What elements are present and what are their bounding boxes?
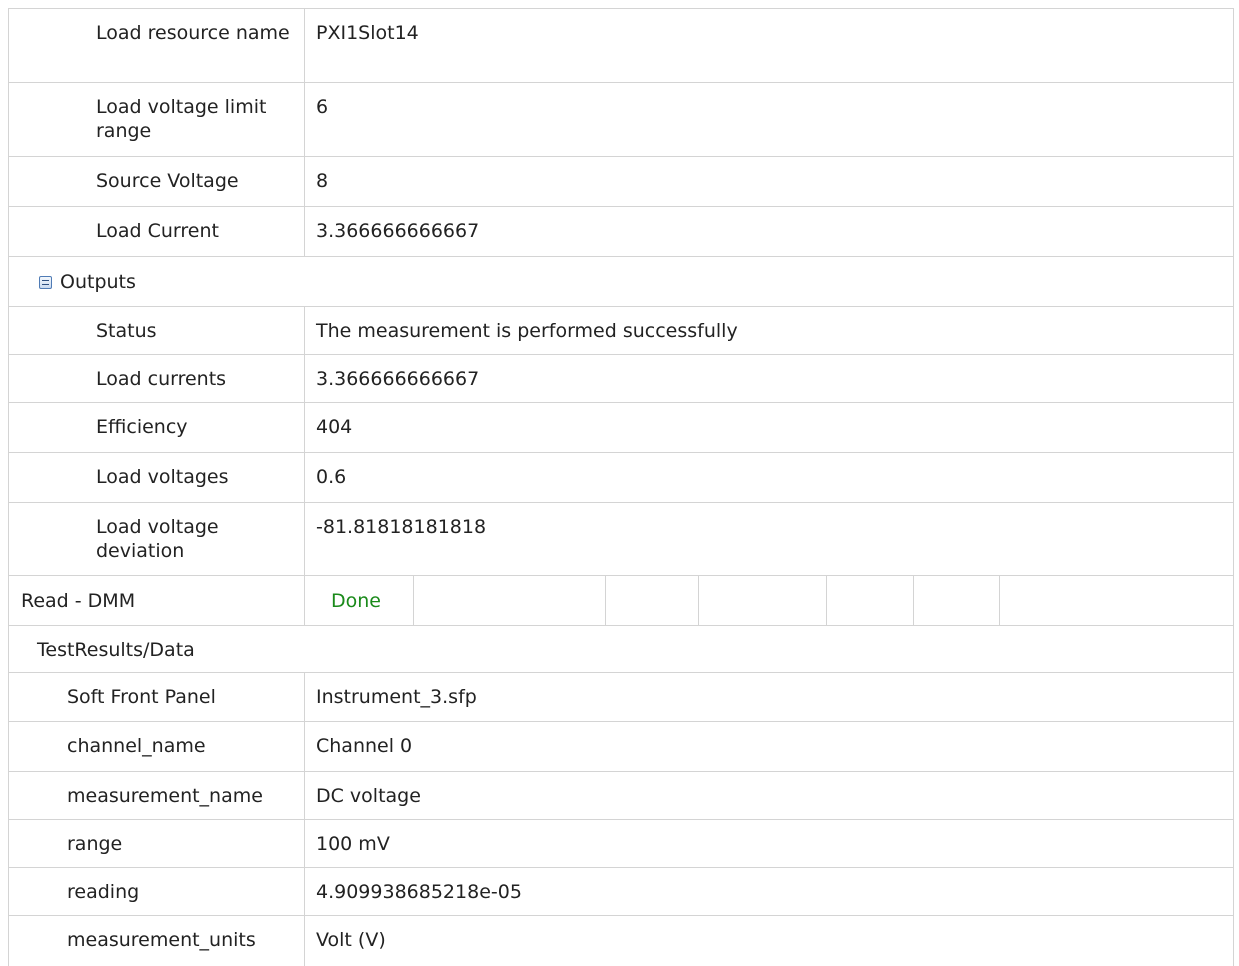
row-value-cell: PXI1Slot14 [305,9,1233,82]
row-label: range [67,833,123,855]
row-value-cell: Volt (V) [305,916,1233,966]
row-value-cell: -81.81818181818 [305,503,1233,575]
row-label: Soft Front Panel [67,686,216,708]
table-row: Source Voltage 8 [9,157,1233,207]
step-name-cell: Read - DMM [9,576,305,625]
row-value-cell: 100 mV [305,820,1233,867]
row-label: Load Current [96,220,219,242]
row-value: 100 mV [316,833,390,855]
step-empty-cell [606,576,699,625]
table-row: Status The measurement is performed succ… [9,307,1233,355]
row-value: -81.81818181818 [316,516,487,538]
row-label-cell: Soft Front Panel [9,673,305,721]
row-value: 8 [316,170,329,192]
row-label: channel_name [67,735,206,757]
step-status: Done [331,590,381,612]
row-label-cell: reading [9,868,305,915]
row-label-cell: measurement_name [9,772,305,819]
table-row: Load currents 3.366666666667 [9,355,1233,403]
row-value-cell: 3.366666666667 [305,355,1233,402]
row-label-cell: Load Current [9,207,305,256]
row-label: Load voltage deviation [96,516,219,562]
row-label: Load voltages [96,466,229,488]
row-label: Load currents [96,368,227,390]
step-empty-cell [699,576,827,625]
row-label-cell: range [9,820,305,867]
row-label-cell: Status [9,307,305,354]
row-value: 0.6 [316,466,347,488]
row-label: Source Voltage [96,170,239,192]
row-label: measurement_units [67,929,256,951]
table-row: Load voltages 0.6 [9,453,1233,503]
row-value: 6 [316,96,329,118]
row-value: 4.909938685218e-05 [316,881,522,903]
table-row: channel_name Channel 0 [9,722,1233,772]
test-results-header: TestResults/Data [9,626,1233,673]
row-value: Volt (V) [316,929,386,951]
row-value-cell: The measurement is performed successfull… [305,307,1233,354]
test-results-title: TestResults/Data [37,639,195,661]
row-label: Status [96,320,157,342]
table-row: Load voltage limit range 6 [9,83,1233,157]
row-value: 404 [316,416,353,438]
row-value-cell: DC voltage [305,772,1233,819]
step-status-cell: Done [305,576,414,625]
row-label: reading [67,881,140,903]
report-table: Load resource name PXI1Slot14 Load volta… [8,8,1234,966]
row-label-cell: Load currents [9,355,305,402]
table-row: Efficiency 404 [9,403,1233,453]
step-empty-cell [914,576,1000,625]
outputs-header[interactable]: Outputs [39,270,136,294]
row-value-cell: Instrument_3.sfp [305,673,1233,721]
row-value-cell: 4.909938685218e-05 [305,868,1233,915]
row-value: Channel 0 [316,735,413,757]
row-value: 3.366666666667 [316,220,480,242]
step-empty-cell [827,576,914,625]
row-value: 3.366666666667 [316,368,480,390]
row-label-cell: Load voltage limit range [9,83,305,156]
table-row: Load voltage deviation -81.81818181818 [9,503,1233,576]
table-row: Load Current 3.366666666667 [9,207,1233,257]
step-name: Read - DMM [21,590,136,612]
row-label: Efficiency [96,416,188,438]
row-value: Instrument_3.sfp [316,686,477,708]
row-value-cell: 3.366666666667 [305,207,1233,256]
row-label: measurement_name [67,785,263,807]
row-label-cell: measurement_units [9,916,305,966]
step-empty-cell [414,576,606,625]
step-row[interactable]: Read - DMM Done [9,576,1233,626]
row-label: Load voltage limit range [96,96,267,142]
row-value-cell: 6 [305,83,1233,156]
outputs-title: Outputs [60,271,136,293]
row-value-cell: 8 [305,157,1233,206]
table-row: measurement_name DC voltage [9,772,1233,820]
table-row: Soft Front Panel Instrument_3.sfp [9,673,1233,722]
row-label-cell: Load voltages [9,453,305,502]
collapse-icon[interactable] [39,275,52,289]
row-label-cell: Load voltage deviation [9,503,305,575]
table-row: measurement_units Volt (V) [9,916,1233,966]
row-value: The measurement is performed successfull… [316,320,738,342]
row-value-cell: 404 [305,403,1233,452]
table-row: range 100 mV [9,820,1233,868]
row-value-cell: Channel 0 [305,722,1233,771]
row-label-cell: Efficiency [9,403,305,452]
row-label-cell: Source Voltage [9,157,305,206]
row-value: DC voltage [316,785,421,807]
table-row: reading 4.909938685218e-05 [9,868,1233,916]
row-value-cell: 0.6 [305,453,1233,502]
table-row: Load resource name PXI1Slot14 [9,9,1233,83]
row-label: Load resource name [96,22,290,44]
row-value: PXI1Slot14 [316,22,419,44]
outputs-section-header[interactable]: Outputs [9,257,1233,307]
row-label-cell: Load resource name [9,9,305,82]
row-label-cell: channel_name [9,722,305,771]
